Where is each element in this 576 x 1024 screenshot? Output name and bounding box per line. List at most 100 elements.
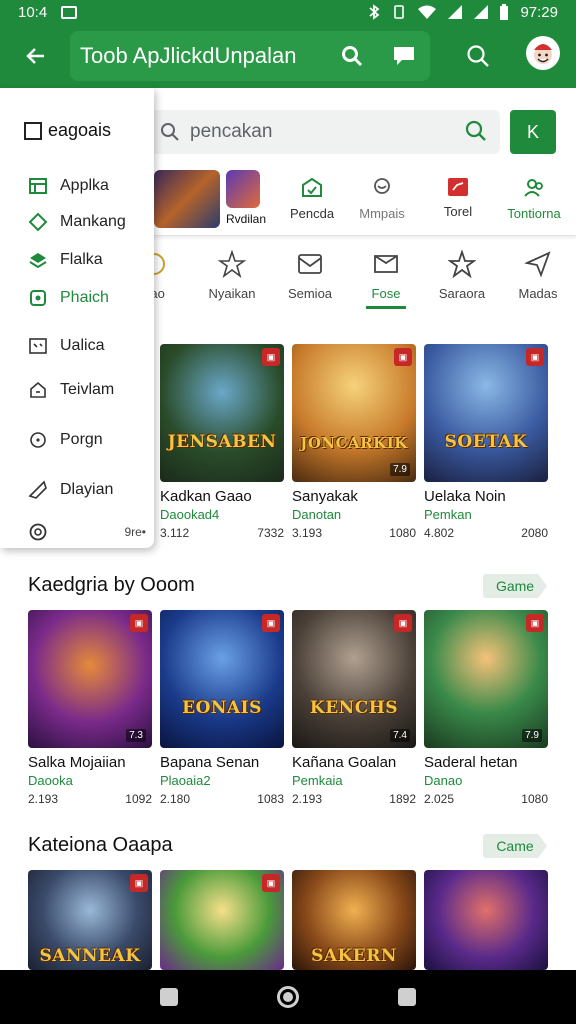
drawer-item-label: Phaich: [60, 289, 109, 306]
category2-semioa[interactable]: Semioa: [268, 250, 352, 301]
section-chip-button[interactable]: Came: [483, 834, 547, 858]
game-badge-icon: ▣: [262, 348, 280, 366]
game-art-title: JONCARKIK: [300, 434, 408, 452]
drawer-item-flalka[interactable]: Flalka: [28, 250, 103, 270]
game-rating: 4.802: [424, 526, 455, 540]
drawer-footer-text: 9re•: [124, 525, 146, 539]
drawer-item-applka[interactable]: Applka: [28, 176, 109, 196]
game-card[interactable]: [424, 870, 548, 970]
send-icon: [524, 251, 551, 278]
status-bar: 10:4 97:29: [0, 0, 576, 24]
game-rating: 2.193: [28, 792, 59, 806]
drawer-item-label: Dlayian: [60, 481, 114, 498]
game-card[interactable]: ▣ SANNEAK: [28, 870, 152, 970]
k-button[interactable]: K: [510, 110, 556, 154]
drawer-item-ualica[interactable]: Ualica: [28, 336, 104, 356]
search-chip-button[interactable]: [332, 36, 372, 76]
game-rating: 3.193: [292, 526, 323, 540]
drawer-item-phaich[interactable]: Phaich: [28, 288, 109, 308]
game-card[interactable]: ▣ JONCARKIK 7.9 Sanyakak Danotan 3.193 10…: [292, 344, 416, 540]
game-subtitle: Danao: [424, 773, 463, 788]
search-submit-icon[interactable]: [464, 119, 488, 143]
game-count: 1083: [257, 792, 284, 806]
flag-icon: [448, 178, 468, 196]
category-pencda[interactable]: Pencda: [272, 176, 352, 221]
search-input[interactable]: pencakan: [150, 110, 500, 154]
back-button[interactable]: [16, 36, 56, 76]
game-rating: 2.025: [424, 792, 455, 806]
drawer-item-mankang[interactable]: Mankang: [28, 212, 126, 232]
drawer-item-label: Teivlam: [60, 381, 115, 398]
game-count: 1080: [389, 526, 416, 540]
layers-icon: [29, 253, 47, 269]
home-nav-button[interactable]: [276, 986, 299, 1008]
game-card[interactable]: ▣ EONAIS Bapana Senan Plaoaia2 2.180 1083: [160, 610, 284, 806]
chat-bubble-icon: [394, 47, 414, 65]
game-art-title: SAKERN: [311, 946, 397, 966]
game-card[interactable]: ▣ JENSABEN Kadkan Gaao Daookad4 3.112 733…: [160, 344, 284, 540]
settings-icon[interactable]: [28, 522, 48, 542]
category2-label: Nyaikan: [208, 286, 256, 301]
category2-madas[interactable]: Madas: [496, 250, 576, 301]
game-title: Sanyakak: [292, 488, 358, 505]
game-card[interactable]: ▣ 7.3 Salka Mojaiian Daooka 2.193 1092: [28, 610, 152, 806]
game-art: [424, 870, 548, 970]
battery-icon: [500, 4, 509, 20]
back-nav-button[interactable]: [159, 988, 178, 1006]
category2-label: Saraora: [438, 286, 486, 301]
drawer-footer: 9re•: [28, 522, 146, 542]
game-badge-icon: ▣: [526, 348, 544, 366]
game-card[interactable]: SAKERN: [292, 870, 416, 970]
drawer-item-teivlam[interactable]: Teivlam: [28, 380, 114, 400]
arrow-left-icon: [26, 48, 44, 64]
app-title: Toob ApJlickdUnpalan: [80, 43, 297, 68]
category-label: Tontiorna: [507, 206, 561, 221]
search-button[interactable]: [458, 36, 498, 76]
puzzle-icon: [30, 290, 46, 306]
game-tag: 7.3: [126, 729, 146, 742]
category-label: Mmpais: [359, 206, 405, 221]
game-art-title: SANNEAK: [39, 946, 141, 966]
category2-nyaikan[interactable]: Nyaikan: [190, 250, 274, 301]
category2-saraora[interactable]: Saraora: [420, 250, 504, 301]
category2-label: Madas: [518, 286, 558, 301]
section-title: Kaedgria by Ooom: [28, 574, 195, 596]
game-badge-icon: ▣: [394, 614, 412, 632]
featured-thumb-2[interactable]: [226, 170, 260, 208]
drawer-item-dlayian[interactable]: Dlayian: [28, 480, 113, 500]
category-tontiorna[interactable]: Tontiorna: [494, 176, 574, 221]
send-icon: [28, 480, 47, 499]
game-title: Uelaka Noin: [424, 488, 506, 505]
game-badge-icon: ▣: [130, 874, 148, 892]
drawer-title: eagoais: [48, 120, 112, 140]
box-icon: [374, 255, 398, 273]
category-torel[interactable]: Torel: [418, 176, 498, 219]
game-rating: 3.112: [160, 526, 190, 540]
grid-icon: [29, 178, 47, 194]
game-card[interactable]: ▣: [160, 870, 284, 970]
search-icon: [342, 46, 363, 67]
signal-icon-2: [474, 5, 489, 19]
message-button[interactable]: [384, 36, 424, 76]
vibrate-icon: [394, 5, 405, 19]
game-card[interactable]: ▣ KENCHS 7.4 Kañana Goalan Pemkaia 2.193…: [292, 610, 416, 806]
category-mmpais[interactable]: Mmpais: [342, 176, 422, 221]
game-tag: 7.9: [390, 463, 410, 476]
game-count: 7332: [257, 526, 284, 540]
recents-nav-button[interactable]: [398, 988, 417, 1006]
category2-fose[interactable]: Fose: [344, 250, 428, 301]
game-card[interactable]: ▣ SOETAK Uelaka Noin Pemkan 4.802 2080: [424, 344, 548, 540]
drawer-item-porgn[interactable]: Porgn: [28, 430, 103, 450]
notification-icon: [61, 5, 78, 19]
category-label: Torel: [443, 204, 473, 219]
avatar[interactable]: [526, 36, 560, 70]
game-subtitle: Pemkan: [424, 507, 472, 522]
featured-thumb-1[interactable]: [154, 170, 220, 228]
game-art-title: KENCHS: [309, 698, 399, 718]
bag-icon: [302, 177, 322, 197]
game-art: ▣: [160, 870, 284, 970]
game-art: ▣ SOETAK: [424, 344, 548, 482]
game-card[interactable]: ▣ 7.9 Saderal hetan Danao 2.025 1080: [424, 610, 548, 806]
section-chip-button[interactable]: Game: [483, 574, 547, 598]
star-icon: [448, 250, 476, 278]
